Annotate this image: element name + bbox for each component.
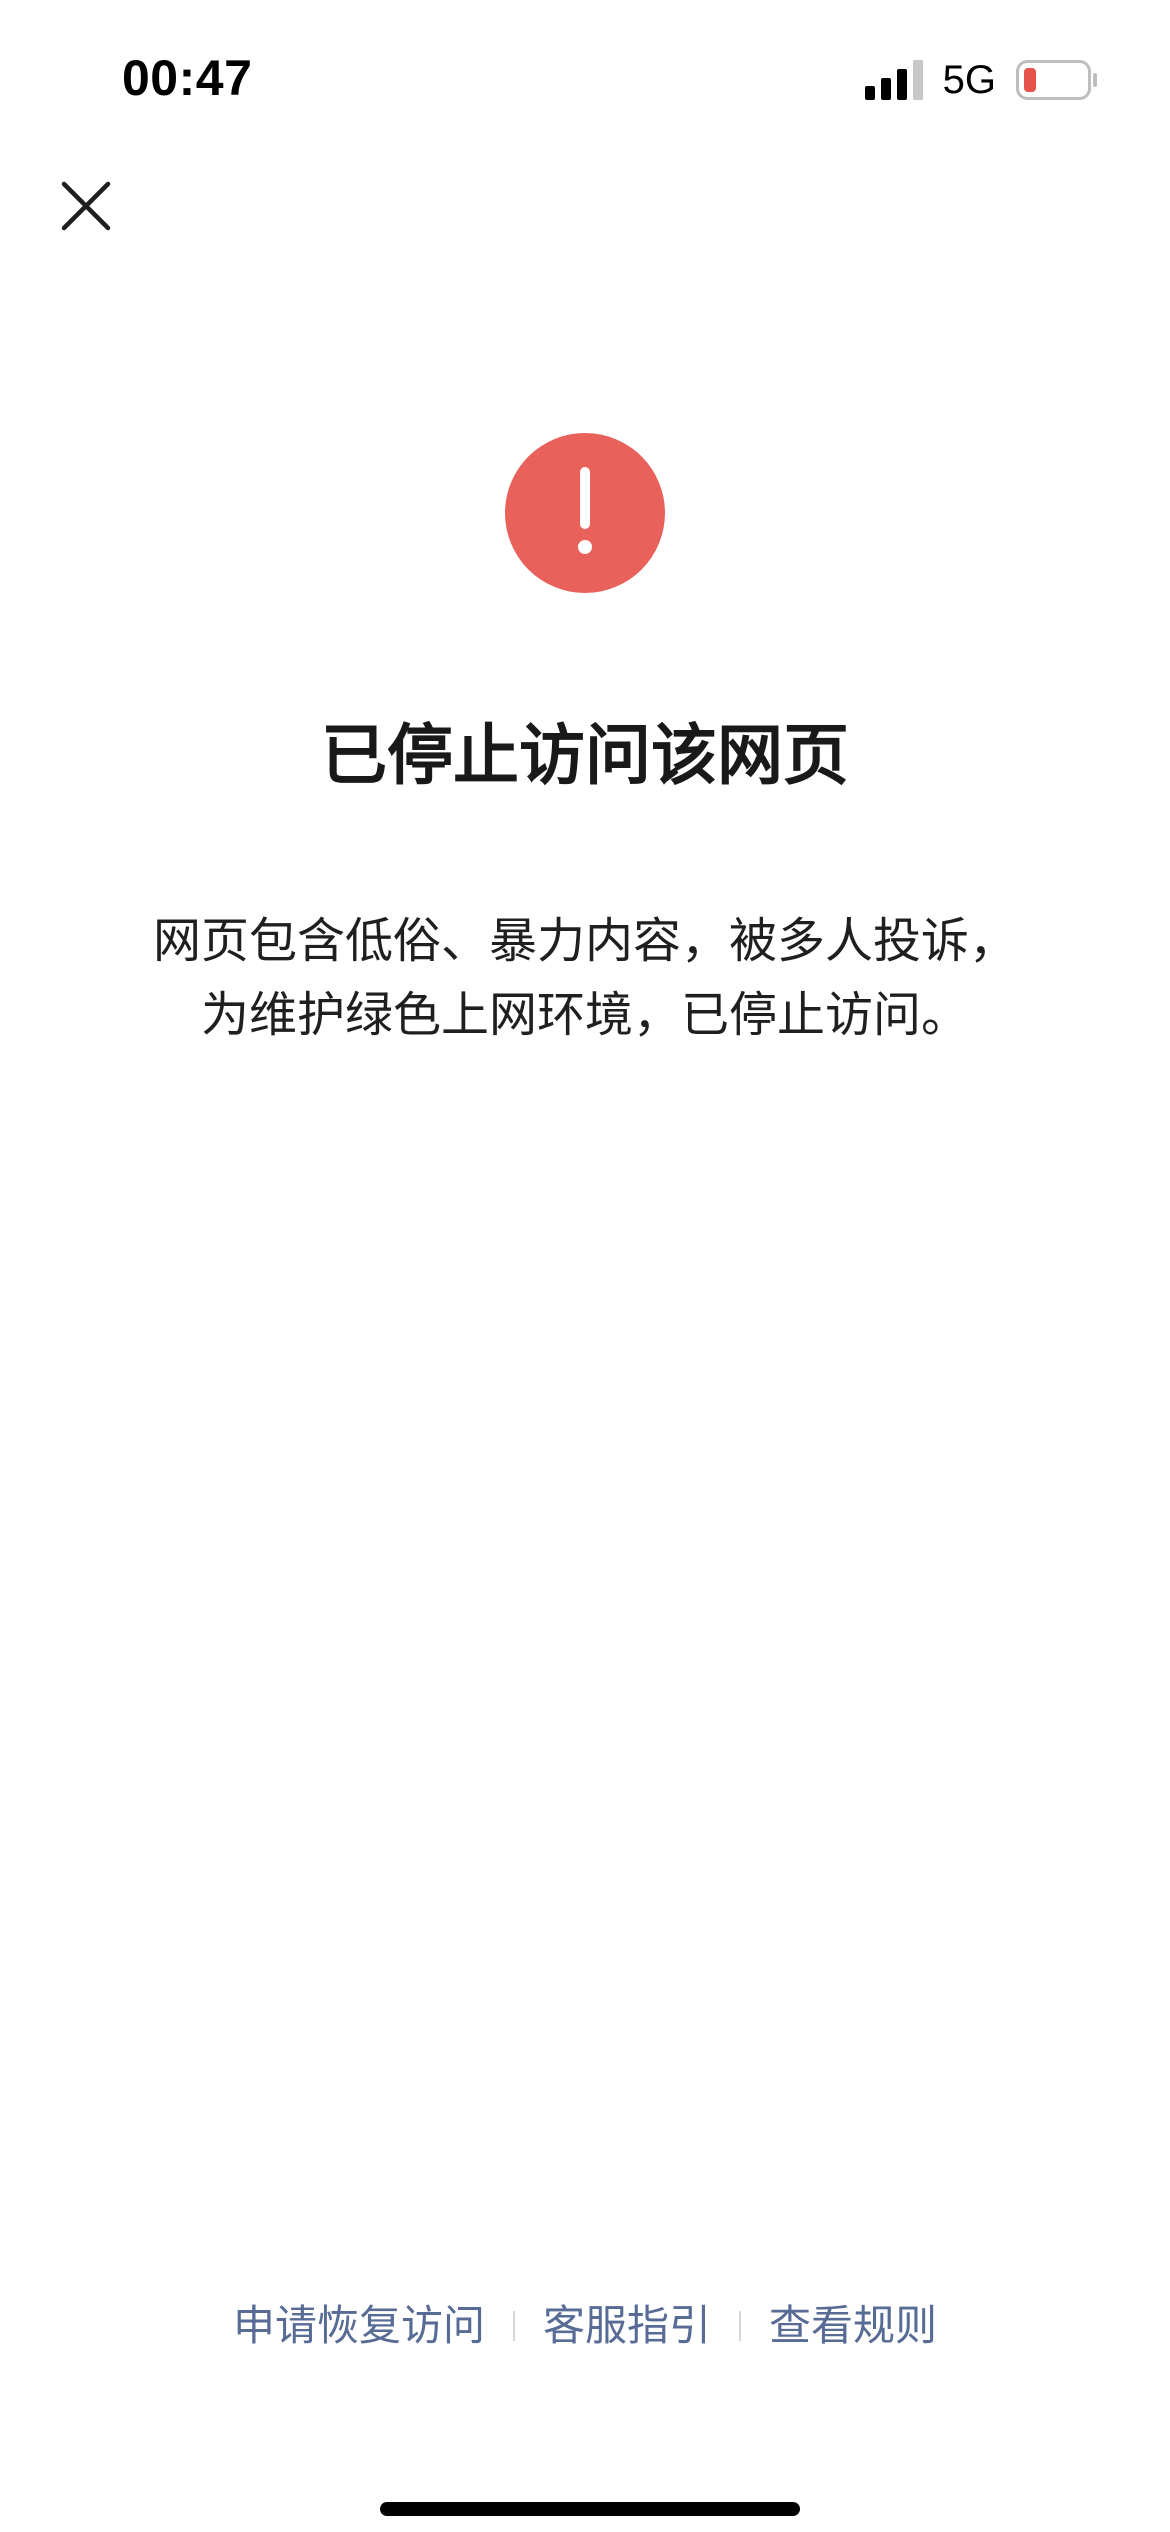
description-line-1: 网页包含低俗、暴力内容，被多人投诉， [152, 913, 1017, 969]
description-line-2: 为维护绿色上网环境，已停止访问。 [200, 987, 969, 1043]
footer-links: 申请恢复访问 客服指引 查看规则 [0, 2296, 1170, 2356]
view-rules-link[interactable]: 查看规则 [769, 2296, 937, 2356]
close-icon [61, 181, 111, 231]
network-type: 5G [942, 58, 996, 102]
appeal-restore-access-link[interactable]: 申请恢复访问 [233, 2296, 485, 2356]
link-divider [512, 2311, 515, 2341]
status-time: 00:47 [122, 50, 253, 106]
signal-icon [864, 60, 923, 100]
battery-icon [1016, 60, 1098, 100]
page-title: 已停止访问该网页 [321, 717, 849, 794]
home-indicator[interactable] [380, 2502, 800, 2516]
close-button[interactable] [54, 174, 118, 238]
status-indicators: 5G [864, 52, 1098, 108]
exclamation-icon [505, 433, 665, 593]
customer-service-guide-link[interactable]: 客服指引 [543, 2296, 711, 2356]
block-description: 网页包含低俗、暴力内容，被多人投诉， 为维护绿色上网环境，已停止访问。 [0, 904, 1170, 1052]
link-divider [739, 2311, 741, 2341]
